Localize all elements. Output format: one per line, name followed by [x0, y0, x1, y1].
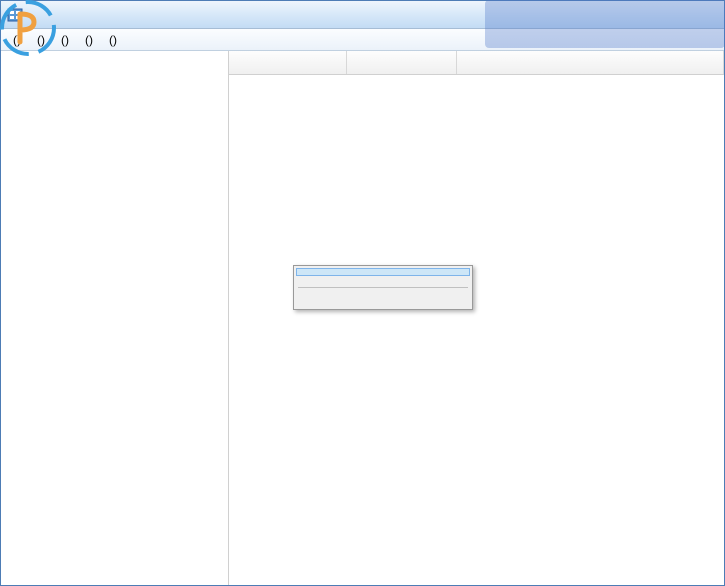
context-modify[interactable] [296, 268, 470, 276]
context-delete[interactable] [296, 291, 470, 299]
context-menu [293, 265, 473, 310]
menubar: () () () () () [1, 29, 724, 51]
titlebar[interactable] [1, 1, 724, 29]
menu-help[interactable]: () [101, 31, 125, 49]
column-type-header[interactable] [347, 51, 457, 74]
app-icon [7, 7, 23, 23]
context-modify-binary[interactable] [296, 276, 470, 284]
menu-favorites[interactable]: () [77, 31, 101, 49]
value-list[interactable] [229, 75, 724, 585]
registry-tree[interactable] [1, 51, 229, 585]
value-list-pane [229, 51, 724, 585]
list-header [229, 51, 724, 75]
context-sep [298, 287, 468, 288]
column-data-header[interactable] [457, 51, 724, 74]
menu-file[interactable]: () [5, 31, 29, 49]
content-area [1, 51, 724, 585]
menu-edit[interactable]: () [29, 31, 53, 49]
menu-view[interactable]: () [53, 31, 77, 49]
context-rename[interactable] [296, 299, 470, 307]
column-name-header[interactable] [229, 51, 347, 74]
